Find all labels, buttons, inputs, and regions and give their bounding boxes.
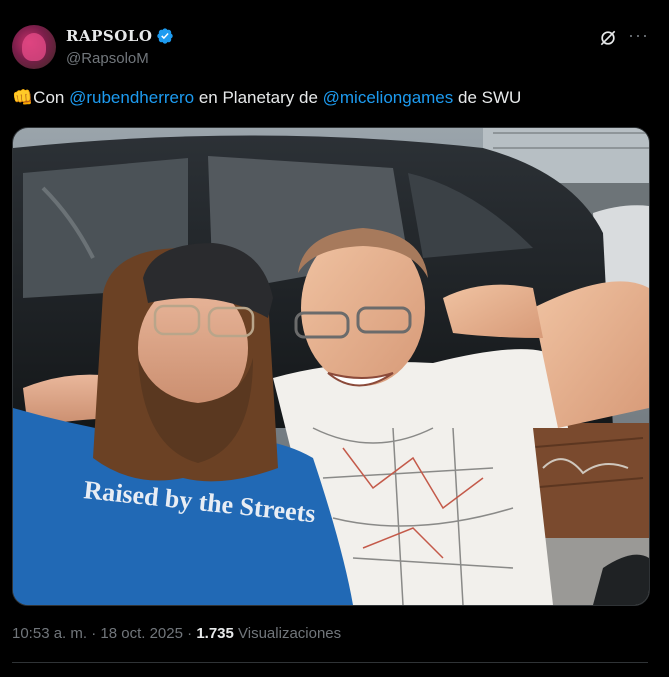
tweet-photo[interactable]: Raised by the Streets bbox=[12, 127, 650, 606]
photo-illustration: Raised by the Streets bbox=[13, 128, 649, 605]
meta-separator: · bbox=[182, 625, 197, 642]
more-options-icon[interactable]: ··· bbox=[628, 26, 650, 48]
tweet-date[interactable]: 18 oct. 2025 bbox=[100, 625, 183, 642]
author-name[interactable]: RAPSOLO bbox=[66, 27, 152, 45]
views-count: 1.735 bbox=[196, 625, 234, 642]
views-label: Visualizaciones bbox=[233, 625, 342, 642]
meta-separator: · bbox=[87, 625, 101, 642]
tweet-meta: 10:53 a. m. · 18 oct. 2025 · 1.735 Visua… bbox=[12, 625, 341, 642]
author-handle[interactable]: @RapsoloM bbox=[66, 50, 149, 67]
grok-icon[interactable] bbox=[598, 28, 618, 48]
divider bbox=[12, 662, 648, 663]
avatar-figure bbox=[22, 33, 46, 61]
fist-emoji: 👊 bbox=[12, 88, 34, 107]
tweet-text-part: Con bbox=[33, 88, 70, 107]
tweet-text: 👊Con @rubendherrero en Planetary de @mic… bbox=[12, 88, 521, 108]
avatar[interactable] bbox=[12, 25, 56, 69]
tweet-text-part: en Planetary de bbox=[194, 88, 323, 107]
mention-link[interactable]: @miceliongames bbox=[323, 88, 454, 107]
tweet-time[interactable]: 10:53 a. m. bbox=[12, 625, 87, 642]
verified-badge-icon[interactable] bbox=[156, 27, 174, 45]
mention-link[interactable]: @rubendherrero bbox=[69, 88, 194, 107]
tweet-text-part: de SWU bbox=[453, 88, 522, 107]
